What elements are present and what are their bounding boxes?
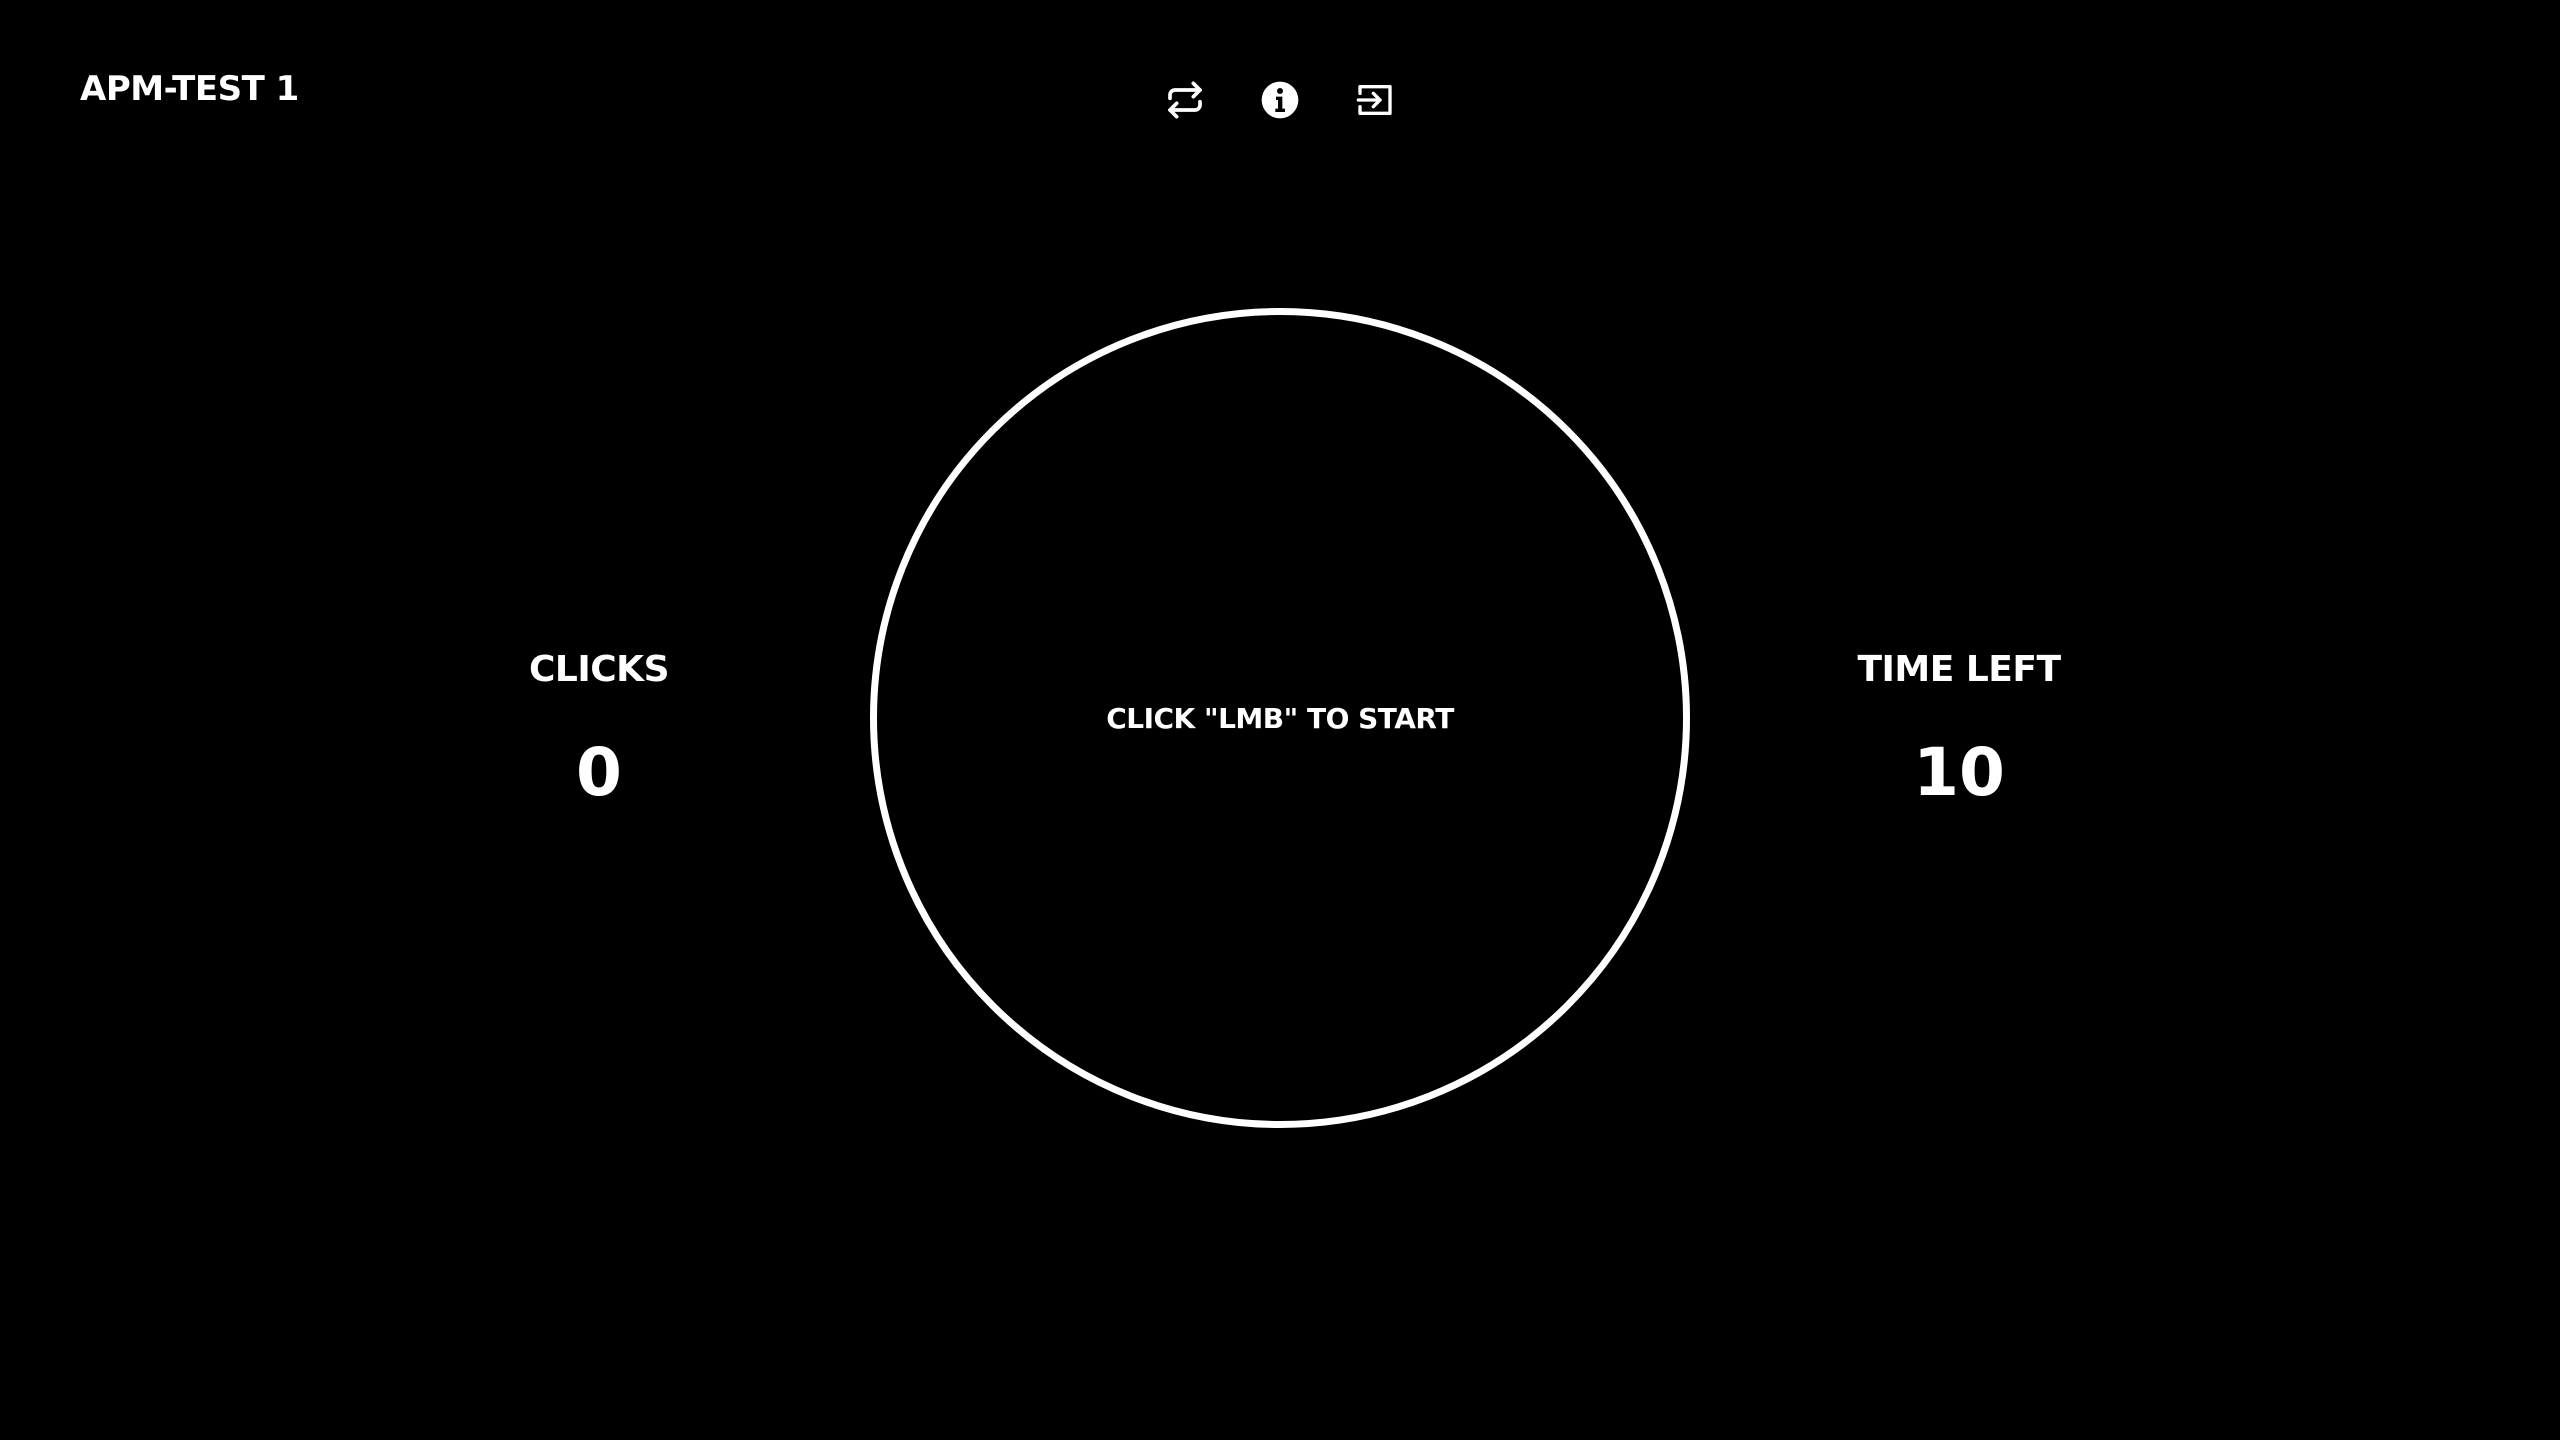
toolbar bbox=[1160, 75, 1400, 125]
clicks-value: 0 bbox=[576, 734, 622, 811]
repeat-icon bbox=[1168, 81, 1202, 119]
clicks-label: CLICKS bbox=[529, 649, 670, 690]
click-area[interactable]: CLICK "LMB" TO START bbox=[870, 308, 1690, 1128]
info-button[interactable] bbox=[1255, 75, 1305, 125]
app-title: APM-TEST 1 bbox=[80, 69, 299, 109]
exit-button[interactable] bbox=[1350, 75, 1400, 125]
info-icon bbox=[1261, 81, 1299, 119]
time-left-label: TIME LEFT bbox=[1857, 649, 2061, 690]
time-left-value: 10 bbox=[1913, 734, 2005, 811]
start-prompt: CLICK "LMB" TO START bbox=[1106, 701, 1454, 735]
time-left-stat: TIME LEFT 10 bbox=[1759, 648, 2159, 808]
restart-button[interactable] bbox=[1160, 75, 1210, 125]
exit-icon bbox=[1356, 85, 1392, 116]
clicks-stat: CLICKS 0 bbox=[399, 648, 799, 808]
